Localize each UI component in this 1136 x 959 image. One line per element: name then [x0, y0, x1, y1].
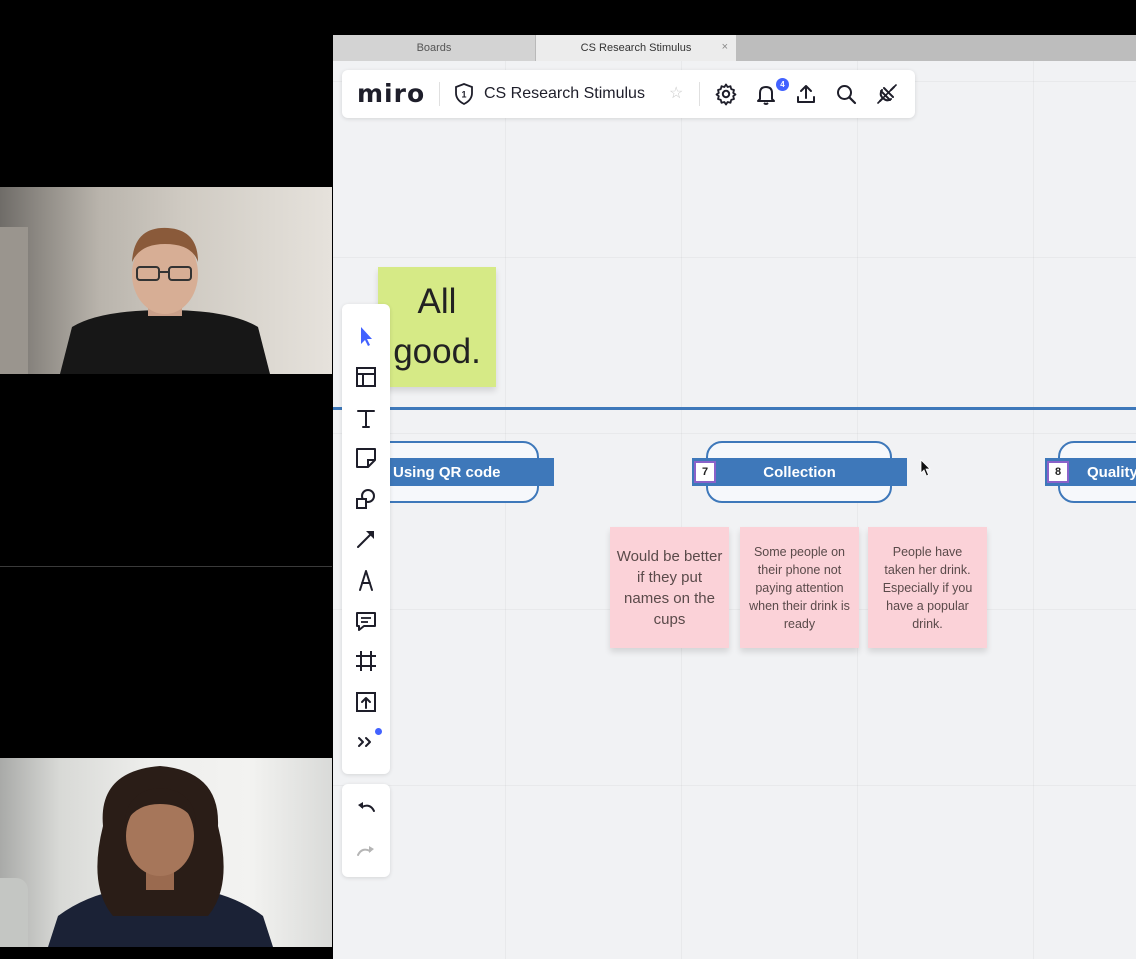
- more-tools-indicator: [375, 728, 382, 735]
- apps-plug-icon[interactable]: [875, 82, 899, 106]
- sticky-note-green[interactable]: All good.: [378, 267, 496, 387]
- frame-icon[interactable]: [354, 649, 378, 673]
- tab-bar-empty: [736, 35, 1136, 61]
- mouse-cursor-icon: [920, 459, 931, 477]
- templates-icon[interactable]: [354, 365, 378, 389]
- stage-label-bar[interactable]: Using QR code: [379, 458, 554, 486]
- toolbar-divider: [699, 82, 700, 106]
- tab-boards-label: Boards: [416, 42, 452, 54]
- notification-badge: 4: [776, 78, 789, 91]
- sticky-note-icon[interactable]: [354, 446, 378, 470]
- tab-boards[interactable]: Boards: [333, 35, 536, 61]
- sticky-note-text: All good.: [393, 282, 481, 371]
- tab-cs-research-stimulus[interactable]: CS Research Stimulus ×: [536, 35, 736, 61]
- shield-icon[interactable]: 1: [454, 83, 474, 105]
- redo-icon[interactable]: [354, 842, 378, 866]
- board-canvas[interactable]: miro 1 CS Research Stimulus ☆ 4 All good…: [333, 61, 1136, 959]
- shapes-icon[interactable]: [354, 487, 378, 511]
- pen-icon[interactable]: [354, 568, 378, 592]
- notifications-bell-icon[interactable]: [754, 82, 778, 106]
- tab-close-icon[interactable]: ×: [722, 41, 728, 53]
- board-toolbar: miro 1 CS Research Stimulus ☆ 4: [342, 70, 915, 118]
- miro-app: Boards CS Research Stimulus × miro 1 CS …: [333, 0, 1136, 959]
- shield-number: 1: [461, 90, 466, 100]
- stage-label: Quality: [1087, 463, 1136, 481]
- select-cursor-icon[interactable]: [354, 324, 378, 348]
- undo-redo-toolbar: [342, 784, 390, 877]
- board-title[interactable]: CS Research Stimulus: [484, 85, 645, 103]
- sticky-note-pink[interactable]: Would be better if they put names on the…: [610, 527, 729, 648]
- sticky-note-pink[interactable]: People have taken her drink. Especially …: [868, 527, 987, 648]
- upload-share-icon[interactable]: [794, 82, 818, 106]
- comment-icon[interactable]: [354, 609, 378, 633]
- browser-tab-bar: Boards CS Research Stimulus ×: [333, 35, 1136, 61]
- stage-connector-line: [333, 407, 1136, 410]
- stage-label: Collection: [763, 463, 836, 481]
- star-icon[interactable]: ☆: [669, 83, 683, 103]
- stage-number-badge: 7: [694, 461, 716, 483]
- search-icon[interactable]: [834, 82, 858, 106]
- sticky-note-pink[interactable]: Some people on their phone not paying at…: [740, 527, 859, 648]
- participant-video-1[interactable]: [0, 187, 332, 374]
- sticky-note-text: People have taken her drink. Especially …: [882, 544, 973, 631]
- more-tools-icon[interactable]: [354, 730, 378, 754]
- sticky-note-text: Some people on their phone not paying at…: [749, 544, 850, 631]
- video-call-panel: [0, 0, 332, 959]
- stage-number-badge: 8: [1047, 461, 1069, 483]
- text-tool-icon[interactable]: [354, 406, 378, 430]
- stage-label: Using QR code: [393, 463, 501, 481]
- creation-toolbar: [342, 304, 390, 774]
- settings-gear-icon[interactable]: [714, 82, 738, 106]
- upload-icon[interactable]: [354, 690, 378, 714]
- participant-2-image: [48, 766, 273, 947]
- connection-line-icon[interactable]: [354, 527, 378, 551]
- toolbar-divider: [439, 82, 440, 106]
- sticky-note-text: Would be better if they put names on the…: [616, 547, 723, 628]
- participant-1-image: [60, 227, 270, 374]
- miro-logo[interactable]: miro: [357, 79, 425, 108]
- stage-label-bar[interactable]: Collection: [692, 458, 907, 486]
- tab-active-label: CS Research Stimulus: [580, 42, 692, 54]
- undo-icon[interactable]: [354, 798, 378, 822]
- tile-divider: [0, 566, 332, 567]
- participant-video-2[interactable]: [0, 758, 332, 947]
